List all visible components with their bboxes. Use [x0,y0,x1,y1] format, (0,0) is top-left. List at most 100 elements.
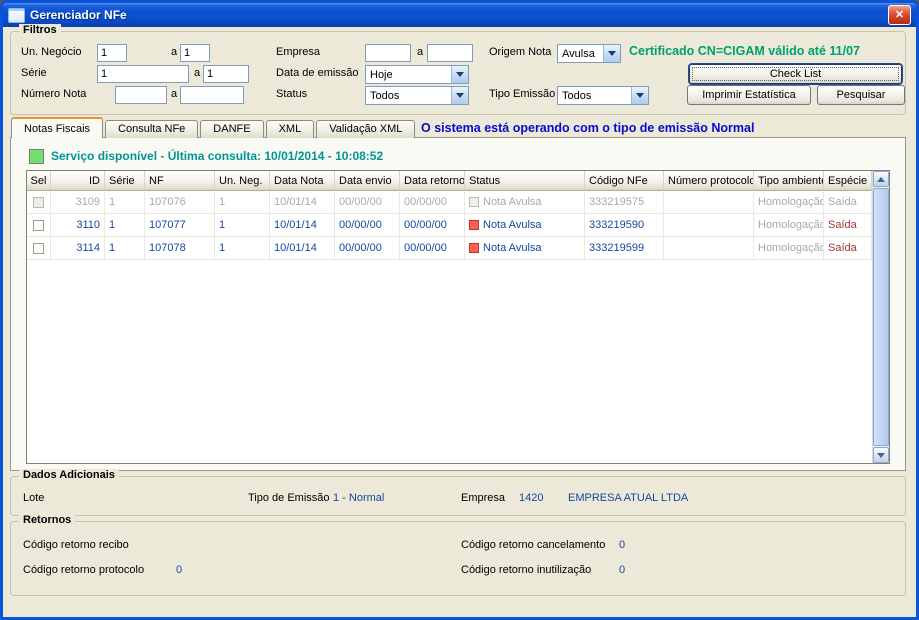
data-emissao-value: Hoje [370,68,393,81]
close-button[interactable]: ✕ [888,5,911,25]
column-header-data-nota[interactable]: Data Nota [270,171,335,191]
column-header-numero-protocolo[interactable]: Número protocolo [664,171,754,191]
data-retorno-cell: 00/00/00 [400,237,465,259]
range-separator: a [194,67,201,79]
title-bar[interactable]: Gerenciador NFe ✕ [3,3,916,27]
retorno-protocolo-label: Código retorno protocolo [23,564,145,576]
table-row[interactable]: 3110 1 107077 1 10/01/14 00/00/00 00/00/… [27,214,872,237]
column-header-id[interactable]: ID [51,171,105,191]
status-text: Nota Avulsa [483,219,542,231]
column-header-data-retorno[interactable]: Data retorno [400,171,465,191]
scrollbar-thumb[interactable] [873,188,889,446]
tab-notas-fiscais[interactable]: Notas Fiscais [11,117,104,138]
service-status-text: Serviço disponível - Última consulta: 10… [51,149,384,163]
especie-cell: Saída [824,214,872,236]
data-emissao-label: Data de emissão [276,67,359,79]
retornos-group: Retornos Código retorno recibo Código re… [10,514,906,596]
check-list-button[interactable]: Check List [689,64,902,84]
tab-danfe[interactable]: DANFE [200,120,264,138]
chevron-down-icon [451,66,468,83]
column-header-sel[interactable]: Sel [27,171,51,191]
retorno-cancelamento-label: Código retorno cancelamento [461,539,606,551]
notas-fiscais-panel: Serviço disponível - Última consulta: 10… [10,137,906,471]
tipo-emissao-value: Todos [562,89,592,102]
empresa-from-input[interactable] [365,44,411,62]
nf-cell: 107076 [145,191,215,213]
arrow-up-icon [877,176,885,182]
emission-mode-notice: O sistema está operando com o tipo de em… [421,121,755,135]
range-separator: a [171,88,178,100]
column-header-especie[interactable]: Espécie [824,171,872,191]
numero-nota-label: Número Nota [21,88,87,100]
column-header-nf[interactable]: NF [145,171,215,191]
column-header-tipo-ambiente[interactable]: Tipo ambiente [754,171,824,191]
status-indicator [469,197,479,207]
data-envio-cell: 00/00/00 [335,214,400,236]
table-row[interactable]: 3114 1 107078 1 10/01/14 00/00/00 00/00/… [27,237,872,260]
imprimir-estatistica-button[interactable]: Imprimir Estatística [687,85,811,105]
serie-cell: 1 [105,191,145,213]
row-checkbox[interactable] [33,219,44,231]
retorno-inutilizacao-label: Código retorno inutilização [461,564,592,576]
column-header-data-envio[interactable]: Data envio [335,171,400,191]
codigo-nfe-cell: 333219575 [585,191,664,213]
un-negocio-label: Un. Negócio [21,46,82,58]
id-cell: 3114 [51,237,105,259]
serie-cell: 1 [105,237,145,259]
certificate-status: Certificado CN=CIGAM válido até 11/07 [629,44,860,58]
tab-validacao-xml[interactable]: Validação XML [316,120,416,138]
empresa-to-input[interactable] [427,44,473,62]
status-value: Todos [370,89,400,102]
retorno-recibo-label: Código retorno recibo [23,539,129,551]
data-retorno-cell: 00/00/00 [400,191,465,213]
especie-cell: Saída [824,191,872,213]
tipo-emissao-select[interactable]: Todos [557,86,649,105]
id-cell: 3110 [51,214,105,236]
column-header-serie[interactable]: Série [105,171,145,191]
column-header-codigo-nfe[interactable]: Código NFe [585,171,664,191]
origem-nota-value: Avulsa [562,47,595,60]
empresa-codigo-value: 1420 [519,492,544,504]
column-header-un-neg[interactable]: Un. Neg. [215,171,270,191]
numero-protocolo-cell [664,191,754,213]
serie-from-input[interactable] [97,65,189,83]
data-emissao-select[interactable]: Hoje [365,65,469,84]
un-negocio-to-input[interactable] [180,44,210,62]
un-neg-cell: 1 [215,191,270,213]
serie-to-input[interactable] [203,65,249,83]
row-checkbox[interactable] [33,242,44,254]
scroll-up-button[interactable] [873,171,889,187]
empresa-nome-value: EMPRESA ATUAL LTDA [568,492,689,504]
id-cell: 3109 [51,191,105,213]
window-title: Gerenciador NFe [30,8,127,22]
chevron-down-icon [631,87,648,104]
tab-bar: Notas Fiscais Consulta NFe DANFE XML Val… [11,117,417,138]
range-separator: a [171,46,178,58]
empresa-info-label: Empresa [461,492,506,504]
status-cell: Nota Avulsa [465,237,585,259]
dados-adicionais-legend: Dados Adicionais [19,469,119,481]
origem-nota-select[interactable]: Avulsa [557,44,621,63]
scroll-down-button[interactable] [873,447,889,463]
chevron-down-icon [451,87,468,104]
un-negocio-from-input[interactable] [97,44,127,62]
vertical-scrollbar[interactable] [872,171,889,463]
serie-cell: 1 [105,214,145,236]
arrow-down-icon [877,452,885,458]
numero-nota-from-input[interactable] [115,86,167,104]
column-header-status[interactable]: Status [465,171,585,191]
status-text: Nota Avulsa [483,242,542,254]
table-row[interactable]: 3109 1 107076 1 10/01/14 00/00/00 00/00/… [27,191,872,214]
app-window: Gerenciador NFe ✕ Filtros Un. Negócio a … [0,0,919,620]
data-retorno-cell: 00/00/00 [400,214,465,236]
status-select[interactable]: Todos [365,86,469,105]
data-nota-cell: 10/01/14 [270,237,335,259]
tab-xml[interactable]: XML [265,120,315,138]
tab-consulta-nfe[interactable]: Consulta NFe [105,120,199,138]
numero-nota-to-input[interactable] [180,86,244,104]
tipo-emissao-label: Tipo Emissão [489,88,556,100]
sel-cell [27,237,51,259]
status-indicator [469,220,479,230]
pesquisar-button[interactable]: Pesquisar [817,85,905,105]
retorno-cancelamento-value: 0 [619,539,626,551]
